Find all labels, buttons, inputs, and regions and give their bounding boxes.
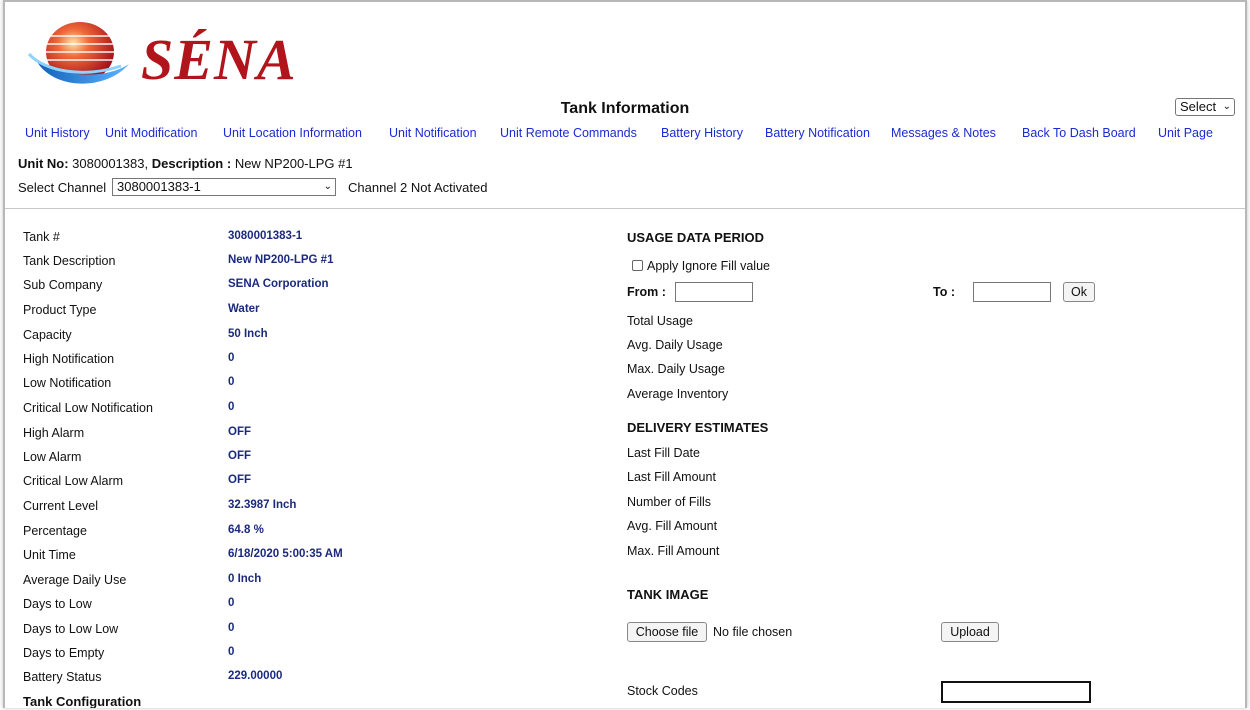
nav-battery-history[interactable]: Battery History [661,126,743,140]
detail-value: 0 [228,352,235,364]
page-frame: SÉNA Tank Information Select ⌄ Unit Hist… [3,0,1247,708]
nav-unit-history[interactable]: Unit History [25,126,90,140]
nav-messages-notes[interactable]: Messages & Notes [891,126,996,140]
detail-label: Critical Low Notification [23,401,153,415]
detail-value: New NP200-LPG #1 [228,254,334,266]
channel-select[interactable]: 3080001383-1 ⌄ [112,178,336,196]
detail-label: Days to Empty [23,646,105,660]
detail-label: Percentage [23,524,87,538]
detail-value: OFF [228,450,251,462]
upload-button[interactable]: Upload [941,622,999,642]
detail-label: Critical Low Alarm [23,474,124,488]
usage-metric: Total Usage [627,314,694,328]
delivery-metric: Last Fill Amount [627,470,716,484]
detail-value: 50 Inch [228,328,268,340]
choose-file-button[interactable]: Choose file [627,622,707,642]
channel-select-value: 3080001383-1 [117,179,201,194]
nav-unit-page[interactable]: Unit Page [1158,126,1213,140]
detail-value: 6/18/2020 5:00:35 AM [228,548,343,560]
detail-label: Low Alarm [23,450,82,464]
detail-value: Water [228,303,260,315]
nav-unit-notification[interactable]: Unit Notification [389,126,477,140]
detail-label: Tank Description [23,254,116,268]
detail-label: Product Type [23,303,97,317]
detail-value: 3080001383-1 [228,230,303,242]
unit-no-value: 3080001383 [72,156,145,171]
to-label: To : [933,285,955,299]
nav-unit-location-information[interactable]: Unit Location Information [223,126,362,140]
delivery-heading: DELIVERY ESTIMATES [627,420,769,435]
unit-no-label: Unit No: [18,156,69,171]
stock-codes-input[interactable] [941,681,1091,703]
detail-value: 64.8 % [228,524,264,536]
detail-label: Unit Time [23,548,76,562]
ok-button[interactable]: Ok [1063,282,1095,302]
usage-metric: Avg. Daily Usage [627,338,723,352]
channel-note: Channel 2 Not Activated [348,180,488,195]
tank-image-heading: TANK IMAGE [627,587,709,602]
detail-value: 0 [228,376,235,388]
detail-value: SENA Corporation [228,278,329,290]
detail-value: 0 [228,597,235,609]
detail-label: Days to Low Low [23,622,119,636]
ignore-fill-label: Apply Ignore Fill value [647,259,770,273]
detail-label: High Notification [23,352,115,366]
detail-label: Sub Company [23,278,103,292]
chevron-down-icon: ⌄ [1222,101,1231,112]
detail-value: OFF [228,474,251,486]
divider [5,208,1245,209]
sena-logo: SÉNA [25,12,296,92]
detail-value: 32.3987 Inch [228,499,297,511]
detail-value: 0 [228,401,235,413]
usage-metric: Max. Daily Usage [627,362,725,376]
select-dropdown[interactable]: Select ⌄ [1175,98,1235,116]
stock-codes-label: Stock Codes [627,684,698,698]
description-label: Description : [151,156,232,171]
from-date-input[interactable] [675,282,753,302]
select-dropdown-value: Select [1180,99,1217,114]
to-date-input[interactable] [973,282,1051,302]
description-value: New NP200-LPG #1 [234,156,353,171]
unit-info-line: Unit No: 3080001383, Description : New N… [18,156,353,171]
detail-value: 0 [228,646,235,658]
tank-configuration-heading: Tank Configuration [23,694,142,708]
detail-value: 0 [228,622,235,634]
delivery-metric: Number of Fills [627,495,712,509]
detail-label: Days to Low [23,597,92,611]
nav-unit-modification[interactable]: Unit Modification [105,126,197,140]
channel-line: Select Channel 3080001383-1 ⌄ Channel 2 … [18,178,487,196]
detail-value: 0 Inch [228,573,262,585]
ignore-fill-checkbox[interactable] [632,260,643,271]
detail-value: OFF [228,426,251,438]
from-label: From : [627,285,666,299]
delivery-metric: Last Fill Date [627,446,700,460]
detail-label: Tank # [23,230,60,244]
nav-battery-notification[interactable]: Battery Notification [765,126,870,140]
chevron-down-icon: ⌄ [323,181,332,192]
usage-heading: USAGE DATA PERIOD [627,230,764,245]
detail-label: Current Level [23,499,99,513]
usage-metric: Average Inventory [627,387,729,401]
brand-name: SÉNA [141,27,297,92]
detail-value: 229.00000 [228,670,283,682]
delivery-metric: Avg. Fill Amount [627,519,718,533]
nav-unit-remote-commands[interactable]: Unit Remote Commands [500,126,637,140]
detail-label: Capacity [23,328,72,342]
detail-label: Low Notification [23,376,112,390]
select-channel-label: Select Channel [18,180,107,195]
file-status: No file chosen [713,625,793,639]
globe-logo-icon [27,22,129,84]
delivery-metric: Max. Fill Amount [627,544,720,558]
detail-label: High Alarm [23,426,85,440]
detail-label: Average Daily Use [23,573,127,587]
detail-label: Battery Status [23,670,102,684]
page-title: Tank Information [560,100,690,117]
nav-back-to-dashboard[interactable]: Back To Dash Board [1022,126,1136,140]
